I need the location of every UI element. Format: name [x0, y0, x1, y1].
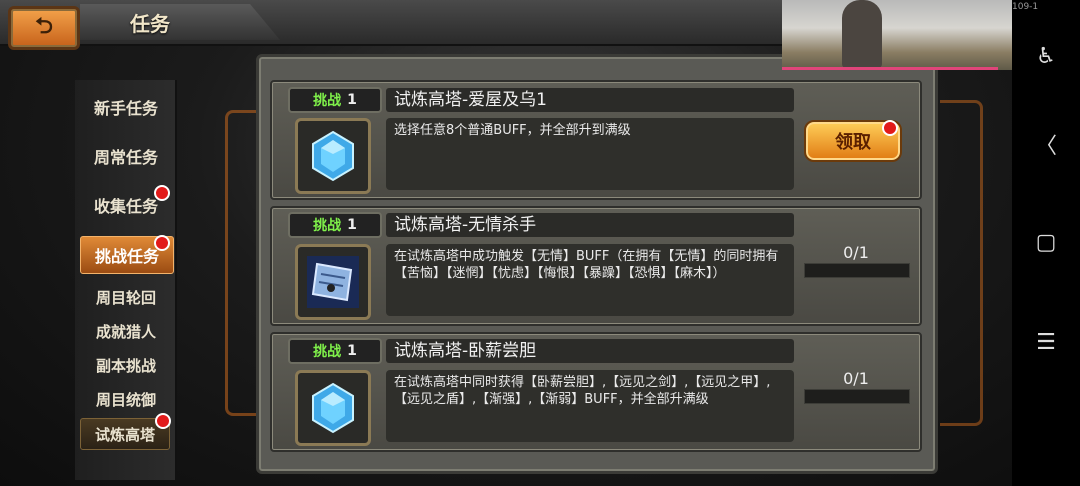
badge-number: 1	[347, 217, 357, 233]
reward-slot[interactable]	[295, 244, 371, 320]
title-tab	[80, 4, 280, 40]
menu-item-label: 成就猎人	[95, 322, 156, 341]
challenge-badge: 挑战 1	[288, 338, 382, 364]
notification-dot	[154, 235, 170, 251]
badge-number: 1	[347, 343, 357, 359]
back-nav-icon[interactable]: 〈	[1012, 128, 1080, 160]
video-person	[842, 0, 882, 68]
menu-item-label: 周常任务	[93, 148, 158, 167]
menu-item-label: 新手任务	[93, 99, 158, 118]
reward-slot[interactable]	[295, 118, 371, 194]
menu-item-label: 周目轮回	[95, 288, 156, 307]
menu-item-newbie[interactable]: 新手任务	[80, 92, 172, 122]
menu-item-cycle[interactable]: 周目轮回	[80, 282, 172, 312]
badge-label: 挑战	[313, 218, 342, 234]
progress-bar	[804, 263, 910, 278]
back-button[interactable]: ⮌	[8, 6, 80, 50]
task-name: 试炼高塔-无情杀手	[386, 213, 794, 237]
progress-bar	[804, 389, 910, 404]
menu-item-label: 挑战任务	[94, 247, 159, 266]
blue-gem-icon	[312, 130, 354, 182]
background-decor-right	[940, 100, 983, 426]
video-progress-line	[782, 67, 998, 70]
accessibility-icon[interactable]: ♿	[1012, 44, 1080, 69]
badge-label: 挑战	[313, 93, 342, 109]
task-name: 试炼高塔-卧薪尝胆	[386, 339, 794, 363]
menu-item-label: 周目统御	[95, 390, 156, 409]
menu-nav-icon[interactable]: ☰	[1012, 330, 1080, 355]
scroll-icon	[307, 256, 359, 308]
challenge-badge: 挑战 1	[288, 87, 382, 113]
task-description: 选择任意8个普通BUFF，并全部升到满级	[386, 118, 794, 190]
menu-item-achievement[interactable]: 成就猎人	[80, 316, 172, 346]
menu-item-label: 副本挑战	[95, 356, 156, 375]
home-nav-icon[interactable]: ▢	[1012, 230, 1080, 255]
menu-item-label: 收集任务	[93, 197, 158, 216]
video-label: 109-1	[1012, 2, 1039, 12]
notification-dot	[155, 413, 171, 429]
notification-dot	[882, 120, 898, 136]
task-description: 在试炼高塔中成功触发【无情】BUFF（在拥有【无情】的同时拥有【苦恼】【迷惘】【…	[386, 244, 794, 316]
menu-item-dungeon[interactable]: 副本挑战	[80, 350, 172, 380]
task-description: 在试炼高塔中同时获得【卧薪尝胆】,【远见之剑】,【远见之甲】,【远见之盾】,【渐…	[386, 370, 794, 442]
reward-slot[interactable]	[295, 370, 371, 446]
badge-label: 挑战	[313, 344, 342, 360]
progress-text: 0/1	[843, 243, 869, 262]
challenge-badge: 挑战 1	[288, 212, 382, 238]
video-overlay[interactable]	[782, 0, 1012, 70]
task-name: 试炼高塔-爱屋及乌1	[386, 88, 794, 112]
progress-text: 0/1	[843, 369, 869, 388]
menu-item-label: 试炼高塔	[94, 425, 155, 444]
notification-dot	[154, 185, 170, 201]
back-arrow-icon: ⮌	[35, 14, 53, 39]
claim-label: 领取	[835, 132, 871, 153]
menu-item-rule[interactable]: 周目统御	[80, 384, 172, 414]
page-title: 任务	[130, 12, 170, 36]
blue-gem-icon	[312, 382, 354, 434]
menu-item-weekly[interactable]: 周常任务	[80, 141, 172, 171]
badge-number: 1	[347, 92, 357, 108]
background-decor-left	[225, 110, 258, 416]
